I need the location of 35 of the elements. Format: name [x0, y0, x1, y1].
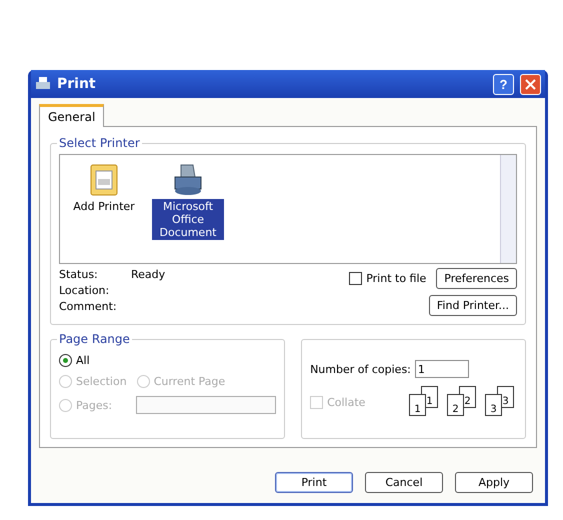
add-printer-icon: [89, 163, 119, 197]
checkbox[interactable]: [349, 272, 362, 285]
scrollbar[interactable]: [500, 155, 516, 263]
find-printer-button[interactable]: Find Printer...: [428, 295, 517, 316]
tab[interactable]: General: [39, 104, 104, 127]
radio-label: Pages:: [76, 398, 112, 412]
checkbox-label: Collate: [327, 396, 366, 408]
copies-label: Number of copies:: [310, 362, 411, 376]
preferences-button[interactable]: Preferences: [436, 268, 517, 289]
close-button[interactable]: [520, 74, 541, 94]
printer-item[interactable]: Microsoft Office Document: [152, 163, 224, 263]
checkbox-label: Print to file: [366, 272, 426, 285]
dialog-button[interactable]: Print: [275, 472, 353, 493]
radio-label: Current Page: [154, 375, 226, 388]
info-label: Location:: [59, 284, 110, 297]
radio-button[interactable]: [59, 354, 72, 367]
printer-icon: [172, 163, 204, 197]
page-sheet: 3: [485, 394, 502, 416]
page-sheet: 1: [409, 394, 426, 416]
radio-label: Selection: [76, 375, 127, 388]
group-title: Page Range: [57, 332, 132, 346]
dialog-button[interactable]: Cancel: [365, 472, 443, 493]
info-value: Ready: [131, 268, 166, 281]
info-label: Status:: [59, 268, 99, 281]
radio-label: All: [76, 354, 90, 367]
copies-field[interactable]: 1: [414, 360, 469, 378]
help-button[interactable]: ?: [493, 74, 514, 94]
page-sheet: 2: [447, 394, 464, 416]
dialog-button[interactable]: Apply: [455, 472, 533, 493]
close-icon: [525, 78, 536, 90]
info-label: Comment:: [59, 300, 115, 313]
printer-item[interactable]: Add Printer: [68, 163, 140, 263]
window-title: Print: [57, 76, 97, 92]
group-title: Select Printer: [57, 136, 142, 150]
printer-icon: [35, 76, 51, 92]
